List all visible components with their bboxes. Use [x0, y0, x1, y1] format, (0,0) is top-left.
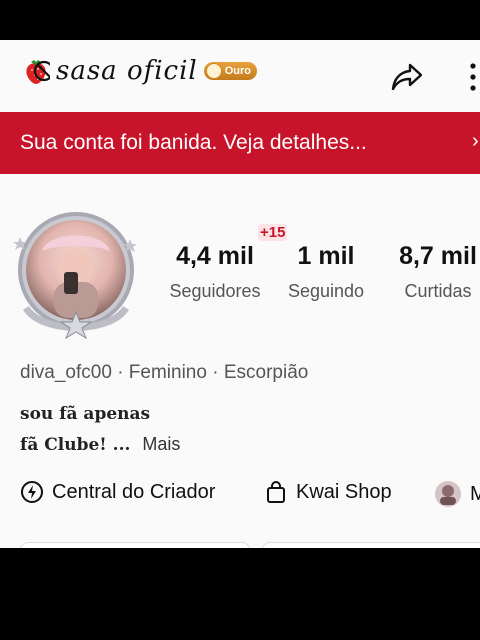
creator-center-label: Central do Criador: [52, 480, 216, 503]
third-tool-label: M: [470, 482, 480, 505]
likes-stat[interactable]: 8,7 mil Curtidas: [388, 242, 480, 302]
followers-label: Seguidores: [169, 281, 261, 301]
avatar[interactable]: [12, 212, 140, 340]
profile-name-row: sasa oficil Ouro: [22, 56, 258, 86]
following-stat[interactable]: 1 mil Seguindo: [276, 242, 376, 302]
likes-count: 8,7 mil: [399, 242, 477, 270]
profile-screen: sasa oficil Ouro Sua conta foi banida. V…: [0, 40, 480, 548]
shopping-bag-icon: [267, 481, 285, 503]
more-vertical-icon[interactable]: [466, 62, 480, 92]
new-followers-badge: +15: [258, 224, 288, 241]
bio-more-link[interactable]: Mais: [142, 434, 180, 454]
followers-count: 4,4 mil: [176, 242, 254, 270]
bio-line-1: sou fã apenas: [20, 404, 151, 424]
bio-line-2: fã Clube! ... Mais: [20, 434, 180, 455]
third-tool-button[interactable]: M: [434, 480, 480, 508]
username: diva_ofc00: [20, 362, 112, 383]
meta-separator: ·: [117, 362, 129, 383]
badge-coin-icon: [205, 63, 222, 79]
following-count: 1 mil: [297, 242, 355, 270]
ban-banner[interactable]: Sua conta foi banida. Veja detalhes... ›: [0, 112, 480, 174]
zodiac-sign: Escorpião: [223, 362, 309, 383]
profile-name: sasa oficil: [56, 56, 198, 86]
creator-center-icon: [21, 481, 43, 503]
likes-label: Curtidas: [404, 281, 472, 301]
top-bar: sasa oficil Ouro: [0, 40, 480, 112]
kwai-shop-label: Kwai Shop: [296, 480, 392, 503]
mini-avatar-icon: [435, 481, 461, 507]
strawberry-icon: [26, 60, 50, 84]
profile-meta: diva_ofc00 · Feminino · Escorpião: [20, 362, 308, 384]
bio-line-2-text: fã Clube! ...: [20, 435, 131, 455]
level-badge[interactable]: Ouro: [203, 62, 258, 80]
kwai-shop-button[interactable]: Kwai Shop: [264, 480, 392, 504]
meta-separator: ·: [212, 362, 224, 383]
following-label: Seguindo: [287, 281, 365, 301]
ban-banner-arrow: ›: [472, 130, 479, 152]
content-card-left[interactable]: [20, 542, 250, 548]
badge-label: Ouro: [224, 65, 252, 77]
creator-center-button[interactable]: Central do Criador: [20, 480, 215, 504]
content-card-right[interactable]: [262, 542, 480, 548]
ban-banner-text: Sua conta foi banida. Veja detalhes...: [20, 131, 367, 154]
followers-stat[interactable]: 4,4 mil Seguidores: [160, 242, 270, 302]
share-icon[interactable]: [390, 60, 424, 94]
gender: Feminino: [128, 362, 207, 383]
